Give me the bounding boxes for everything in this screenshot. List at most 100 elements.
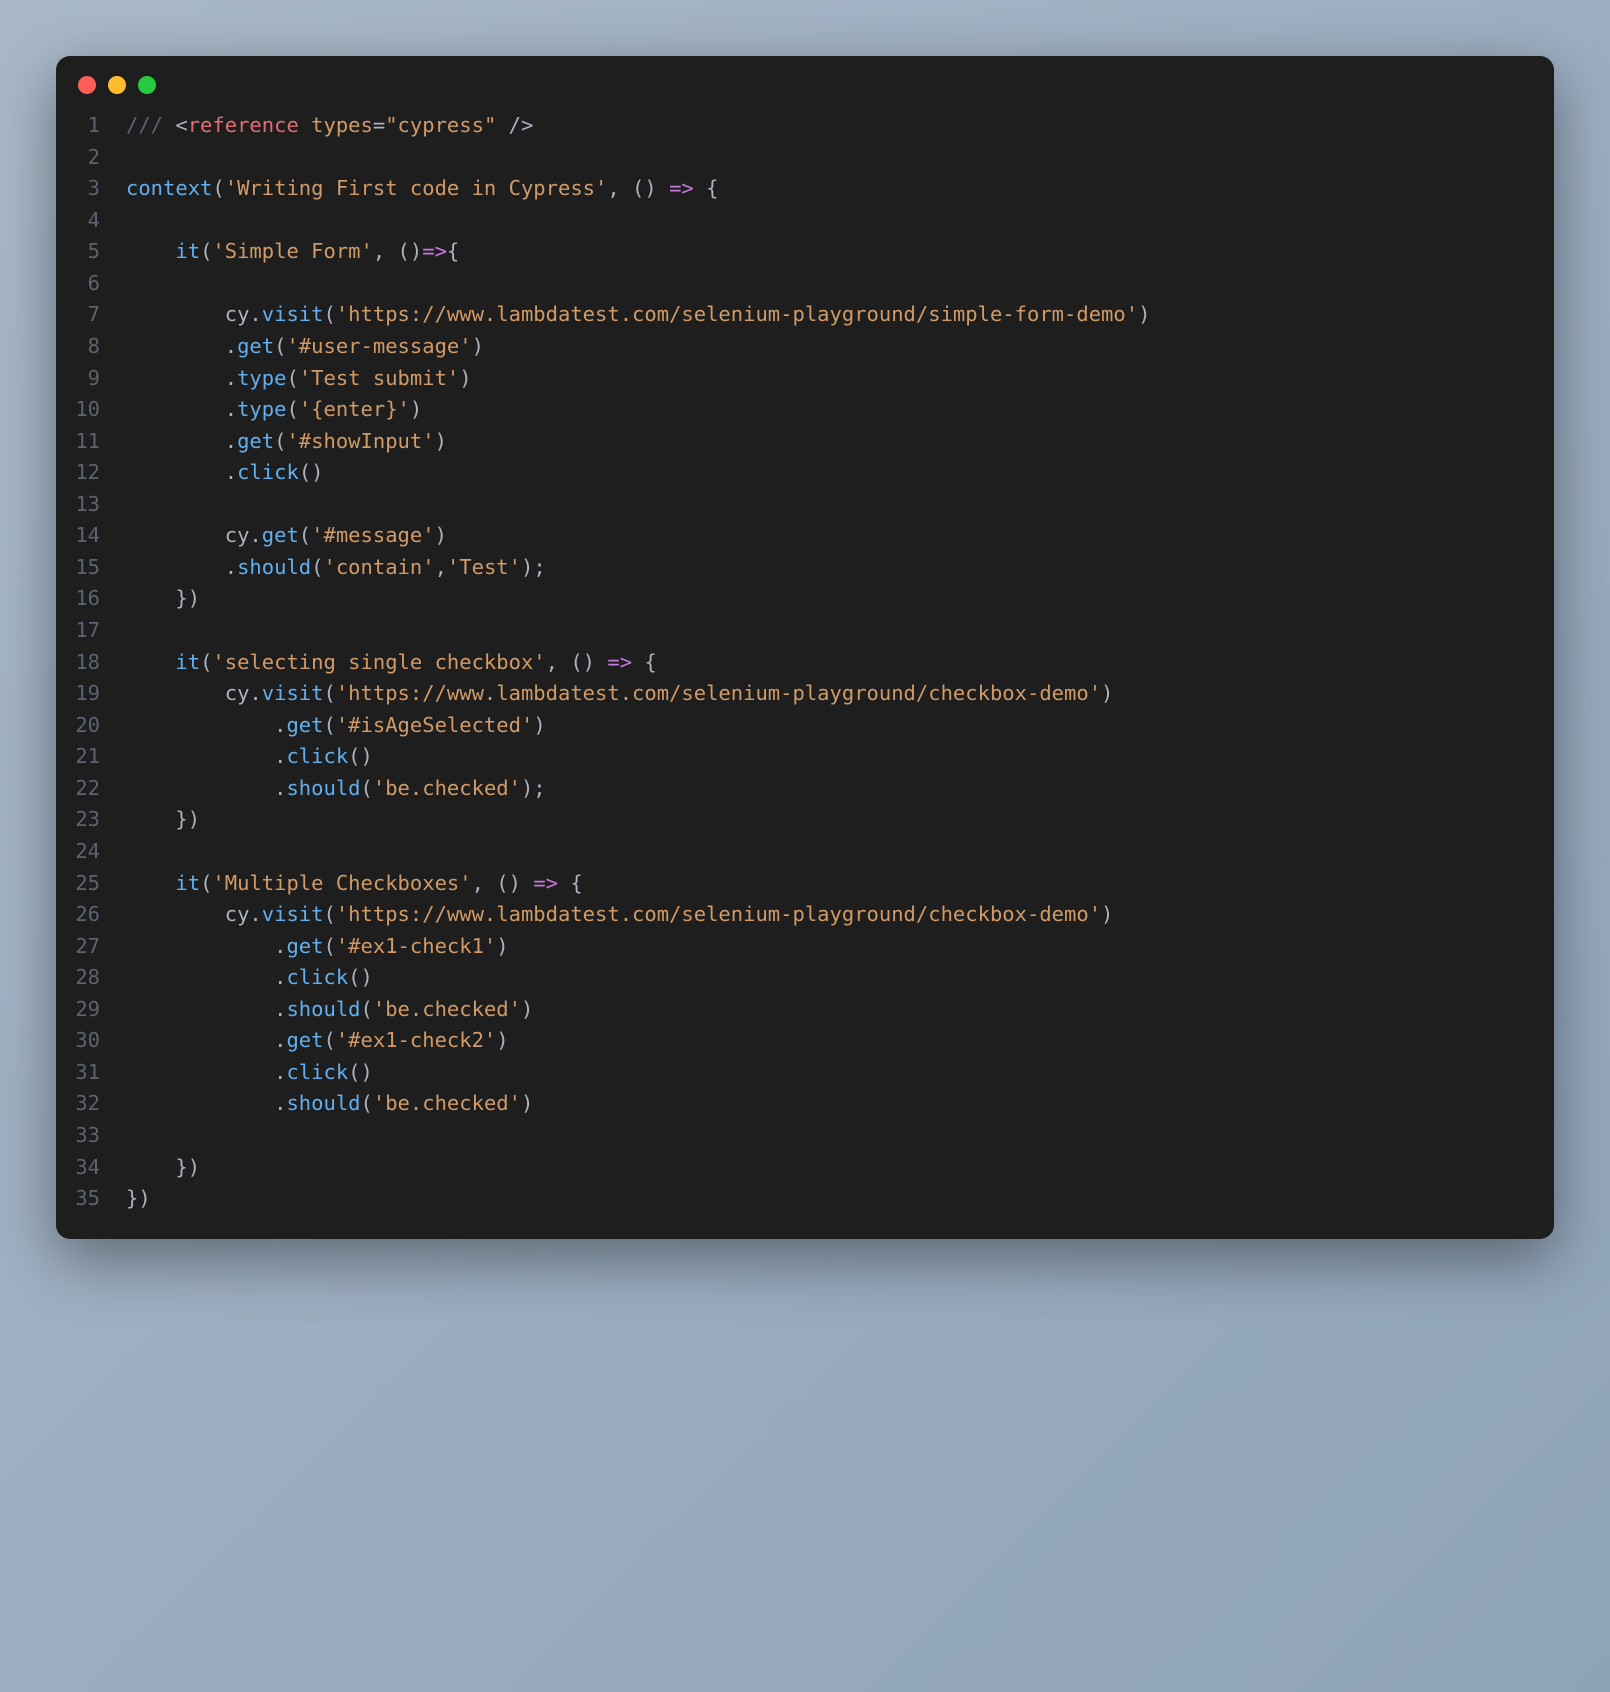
code-line[interactable]: 34 }) <box>56 1152 1554 1184</box>
code-content[interactable]: cy.visit('https://www.lambdatest.com/sel… <box>126 299 1554 331</box>
line-number: 8 <box>56 331 126 363</box>
code-content[interactable]: .click() <box>126 962 1554 994</box>
code-line[interactable]: 32 .should('be.checked') <box>56 1088 1554 1120</box>
code-line[interactable]: 1/// <reference types="cypress" /> <box>56 110 1554 142</box>
code-content[interactable]: .click() <box>126 1057 1554 1089</box>
zoom-icon[interactable] <box>138 76 156 94</box>
code-content[interactable]: .click() <box>126 741 1554 773</box>
code-content[interactable]: }) <box>126 1152 1554 1184</box>
code-content[interactable] <box>126 205 1554 237</box>
code-line[interactable]: 27 .get('#ex1-check1') <box>56 931 1554 963</box>
code-line[interactable]: 35}) <box>56 1183 1554 1215</box>
line-number: 24 <box>56 836 126 868</box>
code-content[interactable]: }) <box>126 804 1554 836</box>
code-content[interactable]: .get('#ex1-check1') <box>126 931 1554 963</box>
code-line[interactable]: 31 .click() <box>56 1057 1554 1089</box>
code-content[interactable]: .type('{enter}') <box>126 394 1554 426</box>
code-content[interactable] <box>126 836 1554 868</box>
line-number: 28 <box>56 962 126 994</box>
line-number: 19 <box>56 678 126 710</box>
line-number: 1 <box>56 110 126 142</box>
code-content[interactable]: .should('be.checked') <box>126 994 1554 1026</box>
code-content[interactable]: it('Multiple Checkboxes', () => { <box>126 868 1554 900</box>
code-line[interactable]: 33 <box>56 1120 1554 1152</box>
code-line[interactable]: 10 .type('{enter}') <box>56 394 1554 426</box>
code-content[interactable]: .get('#user-message') <box>126 331 1554 363</box>
code-window: 1/// <reference types="cypress" />2 3con… <box>56 56 1554 1239</box>
line-number: 25 <box>56 868 126 900</box>
code-line[interactable]: 13 <box>56 489 1554 521</box>
code-line[interactable]: 8 .get('#user-message') <box>56 331 1554 363</box>
line-number: 9 <box>56 363 126 395</box>
code-content[interactable]: .should('be.checked'); <box>126 773 1554 805</box>
code-content[interactable]: cy.visit('https://www.lambdatest.com/sel… <box>126 899 1554 931</box>
code-line[interactable]: 24 <box>56 836 1554 868</box>
code-line[interactable]: 6 <box>56 268 1554 300</box>
code-line[interactable]: 22 .should('be.checked'); <box>56 773 1554 805</box>
code-line[interactable]: 17 <box>56 615 1554 647</box>
code-content[interactable]: }) <box>126 583 1554 615</box>
code-line[interactable]: 23 }) <box>56 804 1554 836</box>
line-number: 33 <box>56 1120 126 1152</box>
code-line[interactable]: 9 .type('Test submit') <box>56 363 1554 395</box>
code-content[interactable]: .should('be.checked') <box>126 1088 1554 1120</box>
code-line[interactable]: 16 }) <box>56 583 1554 615</box>
code-line[interactable]: 26 cy.visit('https://www.lambdatest.com/… <box>56 899 1554 931</box>
code-content[interactable]: cy.visit('https://www.lambdatest.com/sel… <box>126 678 1554 710</box>
titlebar <box>56 56 1554 104</box>
code-line[interactable]: 18 it('selecting single checkbox', () =>… <box>56 647 1554 679</box>
code-content[interactable]: it('Simple Form', ()=>{ <box>126 236 1554 268</box>
code-content[interactable] <box>126 268 1554 300</box>
line-number: 4 <box>56 205 126 237</box>
line-number: 14 <box>56 520 126 552</box>
line-number: 22 <box>56 773 126 805</box>
code-content[interactable]: it('selecting single checkbox', () => { <box>126 647 1554 679</box>
code-line[interactable]: 20 .get('#isAgeSelected') <box>56 710 1554 742</box>
line-number: 30 <box>56 1025 126 1057</box>
code-line[interactable]: 11 .get('#showInput') <box>56 426 1554 458</box>
code-content[interactable] <box>126 615 1554 647</box>
code-content[interactable] <box>126 489 1554 521</box>
line-number: 35 <box>56 1183 126 1215</box>
code-line[interactable]: 30 .get('#ex1-check2') <box>56 1025 1554 1057</box>
code-line[interactable]: 19 cy.visit('https://www.lambdatest.com/… <box>56 678 1554 710</box>
line-number: 11 <box>56 426 126 458</box>
code-line[interactable]: 4 <box>56 205 1554 237</box>
code-content[interactable]: cy.get('#message') <box>126 520 1554 552</box>
line-number: 18 <box>56 647 126 679</box>
line-number: 12 <box>56 457 126 489</box>
code-line[interactable]: 29 .should('be.checked') <box>56 994 1554 1026</box>
code-content[interactable] <box>126 1120 1554 1152</box>
code-content[interactable] <box>126 142 1554 174</box>
code-content[interactable]: .get('#ex1-check2') <box>126 1025 1554 1057</box>
line-number: 17 <box>56 615 126 647</box>
code-line[interactable]: 3context('Writing First code in Cypress'… <box>56 173 1554 205</box>
code-line[interactable]: 21 .click() <box>56 741 1554 773</box>
minimize-icon[interactable] <box>108 76 126 94</box>
code-content[interactable]: /// <reference types="cypress" /> <box>126 110 1554 142</box>
line-number: 26 <box>56 899 126 931</box>
code-line[interactable]: 5 it('Simple Form', ()=>{ <box>56 236 1554 268</box>
line-number: 20 <box>56 710 126 742</box>
code-editor[interactable]: 1/// <reference types="cypress" />2 3con… <box>56 104 1554 1239</box>
code-line[interactable]: 28 .click() <box>56 962 1554 994</box>
line-number: 6 <box>56 268 126 300</box>
close-icon[interactable] <box>78 76 96 94</box>
code-content[interactable]: .get('#isAgeSelected') <box>126 710 1554 742</box>
code-line[interactable]: 14 cy.get('#message') <box>56 520 1554 552</box>
code-content[interactable]: context('Writing First code in Cypress',… <box>126 173 1554 205</box>
code-line[interactable]: 7 cy.visit('https://www.lambdatest.com/s… <box>56 299 1554 331</box>
code-line[interactable]: 2 <box>56 142 1554 174</box>
code-line[interactable]: 15 .should('contain','Test'); <box>56 552 1554 584</box>
code-line[interactable]: 25 it('Multiple Checkboxes', () => { <box>56 868 1554 900</box>
line-number: 16 <box>56 583 126 615</box>
line-number: 10 <box>56 394 126 426</box>
line-number: 31 <box>56 1057 126 1089</box>
code-content[interactable]: .type('Test submit') <box>126 363 1554 395</box>
line-number: 13 <box>56 489 126 521</box>
code-line[interactable]: 12 .click() <box>56 457 1554 489</box>
code-content[interactable]: }) <box>126 1183 1554 1215</box>
code-content[interactable]: .click() <box>126 457 1554 489</box>
code-content[interactable]: .get('#showInput') <box>126 426 1554 458</box>
code-content[interactable]: .should('contain','Test'); <box>126 552 1554 584</box>
